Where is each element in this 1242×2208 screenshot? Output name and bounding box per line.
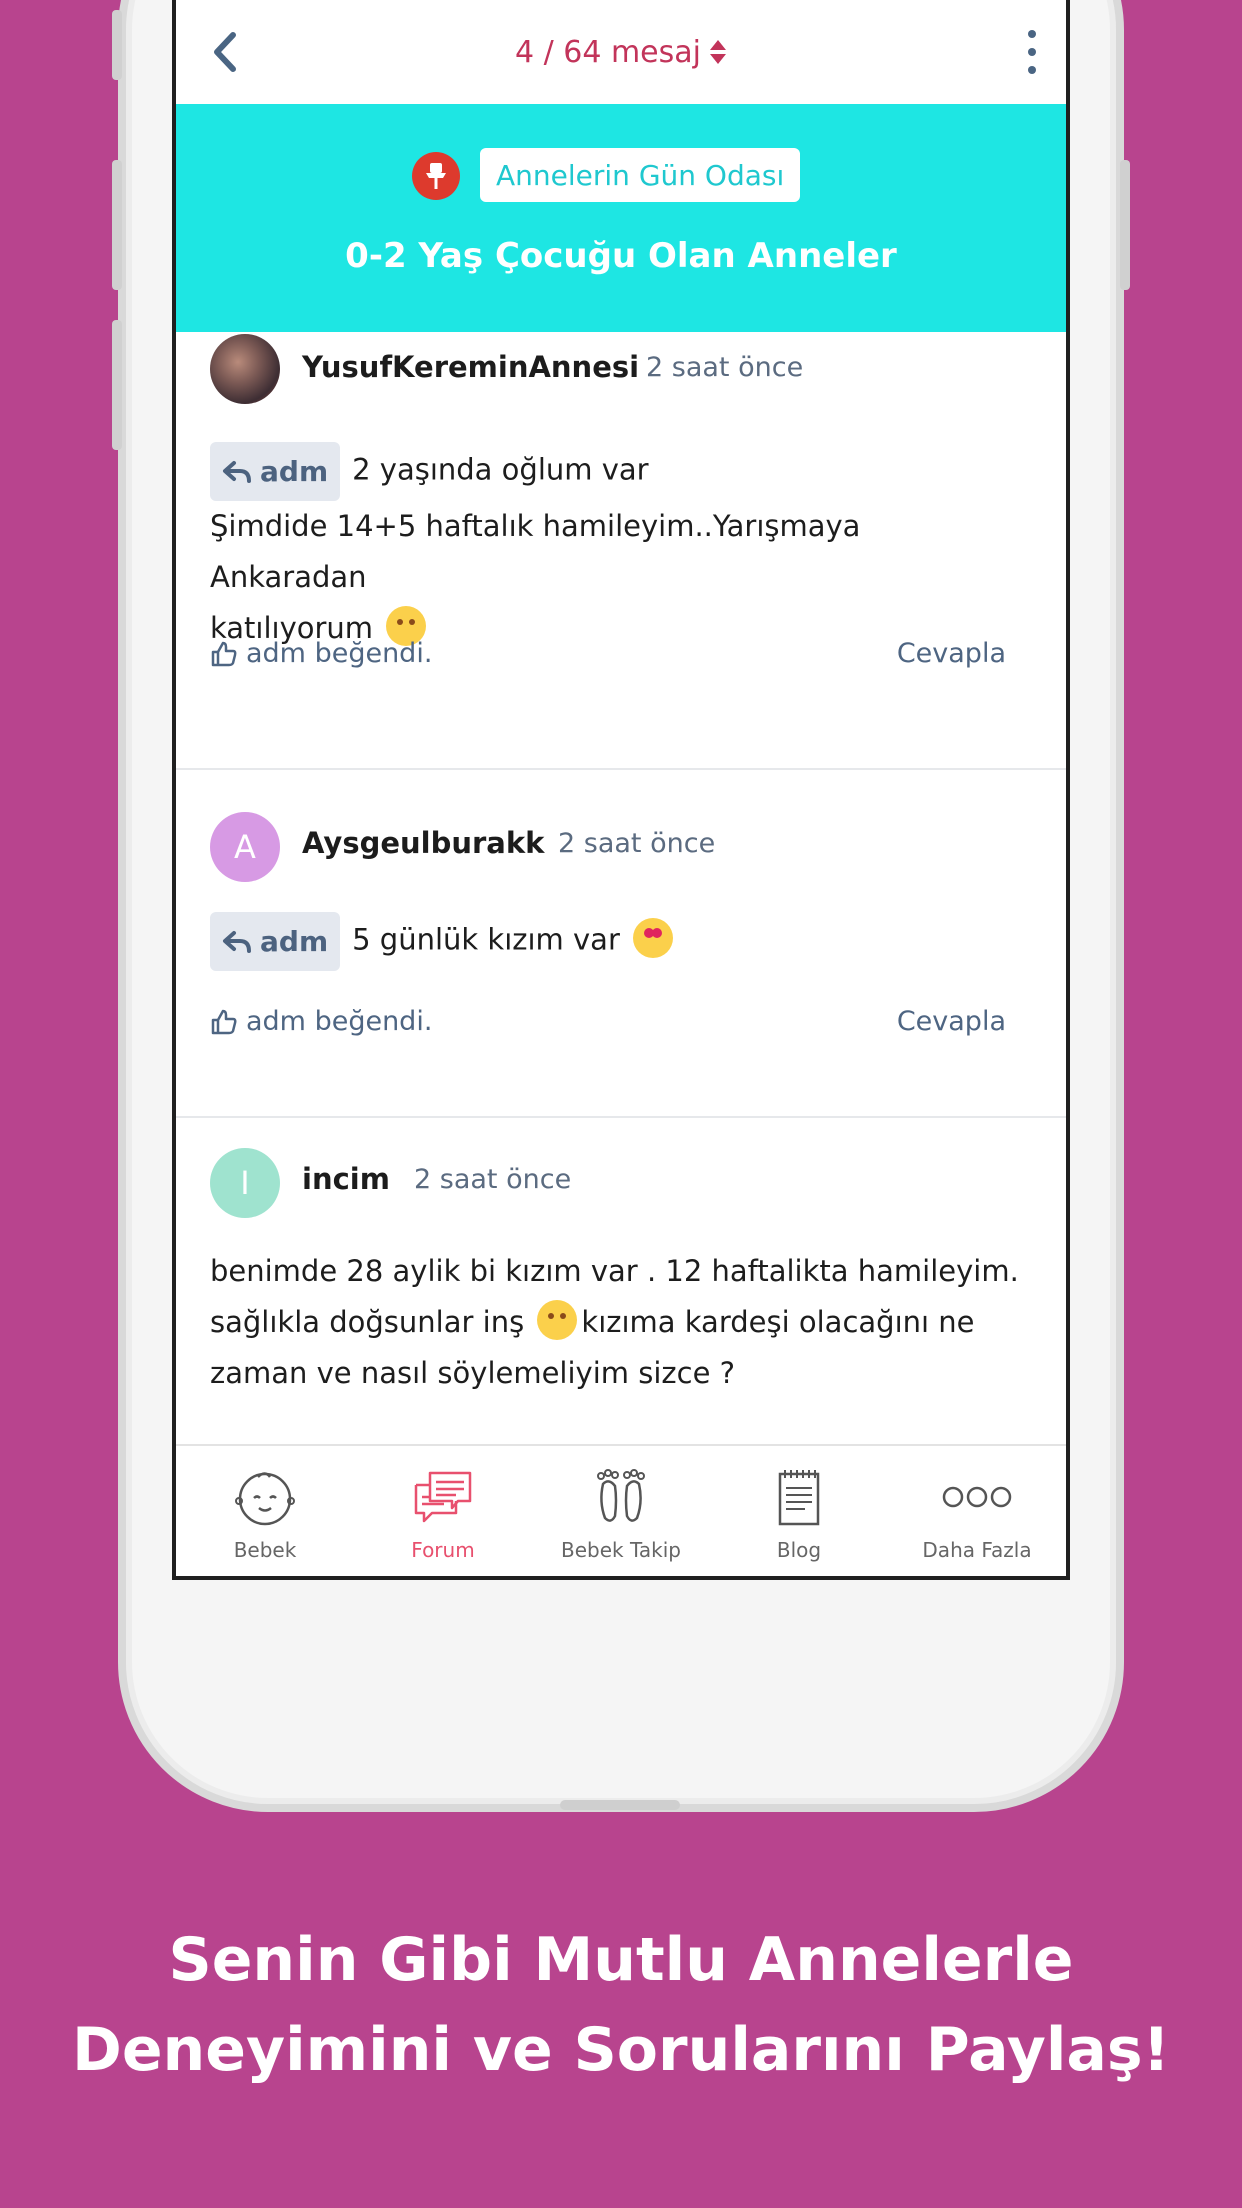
back-button[interactable]	[204, 28, 244, 76]
more-dots-icon	[941, 1466, 1013, 1528]
heart-eyes-emoji-icon	[633, 917, 674, 958]
reply-arrow-icon	[223, 930, 251, 953]
tab-bebek[interactable]: Bebek	[176, 1446, 354, 1576]
room-title: 0-2 Yaş Çocuğu Olan Anneler	[345, 236, 897, 276]
chat-bubbles-icon	[412, 1466, 474, 1528]
hugging-face-emoji-icon	[537, 1300, 578, 1340]
phone-bottom-notch	[560, 1800, 680, 1810]
room-name-badge[interactable]: Annelerin Gün Odası	[480, 148, 801, 202]
tab-bebek-takip[interactable]: Bebek Takip	[532, 1446, 710, 1576]
reply-to-user: adm	[260, 925, 329, 958]
bottom-tab-bar: Bebek Forum Bebek Takip Blog Daha Fazla	[176, 1444, 1066, 1576]
notepad-icon	[777, 1466, 821, 1528]
post-item: I incim 2 saat önce benimde 28 aylik bi …	[176, 1118, 1066, 1448]
promo-caption-line: Senin Gibi Mutlu Annelerle	[168, 1925, 1074, 1995]
post-body: benimde 28 aylik bi kızım var . 12 hafta…	[210, 1246, 1026, 1399]
pin-icon	[412, 152, 460, 200]
post-username[interactable]: Aysgeulburakk	[302, 826, 544, 860]
avatar[interactable]: I	[210, 1148, 280, 1218]
tab-blog[interactable]: Blog	[710, 1446, 888, 1576]
like-button[interactable]: adm beğendi.	[210, 638, 432, 669]
phone-volume-down-button	[112, 320, 122, 450]
reply-to-tag[interactable]: adm	[210, 442, 341, 501]
more-options-button[interactable]	[1020, 30, 1044, 74]
post-text-line: benimde 28 aylik bi kızım var . 12 hafta…	[210, 1254, 1019, 1288]
reply-to-tag[interactable]: adm	[210, 912, 341, 971]
sort-arrows-icon	[710, 40, 726, 64]
avatar[interactable]	[210, 334, 280, 404]
baby-face-icon	[234, 1466, 296, 1528]
post-text-line: sağlıkla doğsunlar inş	[210, 1305, 525, 1339]
tab-forum[interactable]: Forum	[354, 1446, 532, 1576]
phone-power-button	[1120, 160, 1130, 290]
post-username[interactable]: incim	[302, 1162, 390, 1196]
thumbs-up-icon	[211, 641, 237, 666]
promo-caption-line: Deneyimini ve Sorularını Paylaş!	[72, 2015, 1170, 2085]
dot-icon	[1028, 48, 1036, 56]
avatar[interactable]: A	[210, 812, 280, 882]
dot-icon	[1028, 66, 1036, 74]
post-text-line: zaman ve nasıl söylemeliyim sizce ?	[210, 1356, 736, 1390]
tab-label: Blog	[776, 1538, 822, 1562]
footprints-icon	[593, 1466, 649, 1528]
thumbs-up-icon	[211, 1009, 237, 1034]
post-item: A Aysgeulburakk 2 saat önce adm 5 günlük…	[176, 770, 1066, 1118]
post-body: adm 2 yaşında oğlum var Şimdide 14+5 haf…	[210, 442, 1026, 654]
top-bar: 4 / 64 mesaj	[176, 0, 1066, 104]
app-screen: 4 / 64 mesaj Annelerin Gün Odası 0-2 Yaş…	[172, 0, 1070, 1580]
chevron-left-icon	[214, 32, 236, 72]
reply-arrow-icon	[223, 460, 251, 483]
post-text-line: 2 yaşında oğlum var	[352, 452, 649, 487]
reply-button[interactable]: Cevapla	[897, 1006, 1006, 1037]
tab-label: Daha Fazla	[922, 1538, 1032, 1562]
like-button[interactable]: adm beğendi.	[210, 1006, 432, 1037]
tab-label: Bebek Takip	[561, 1538, 681, 1562]
room-banner: Annelerin Gün Odası 0-2 Yaş Çocuğu Olan …	[176, 104, 1066, 332]
tab-label: Bebek	[233, 1538, 297, 1562]
post-item: YusufKereminAnnesi 2 saat önce adm 2 yaş…	[176, 332, 1066, 770]
phone-side-button	[112, 10, 122, 80]
tab-label: Forum	[411, 1538, 475, 1562]
likes-text: adm beğendi.	[246, 1006, 433, 1037]
post-time: 2 saat önce	[646, 352, 804, 383]
post-text-line: Şimdide 14+5 haftalık hamileyim..Yarışma…	[210, 509, 861, 594]
message-counter-label: 4 / 64 mesaj	[514, 34, 701, 70]
post-time: 2 saat önce	[414, 1164, 572, 1195]
post-username[interactable]: YusufKereminAnnesi	[302, 350, 639, 384]
post-time: 2 saat önce	[558, 828, 716, 859]
reply-button[interactable]: Cevapla	[897, 638, 1006, 669]
reply-to-user: adm	[260, 455, 329, 488]
post-text-line: 5 günlük kızım var	[352, 922, 620, 957]
phone-volume-up-button	[112, 160, 122, 290]
promo-caption: Senin Gibi Mutlu Annelerle Deneyimini ve…	[0, 1915, 1242, 2095]
message-counter[interactable]: 4 / 64 mesaj	[515, 35, 727, 70]
tab-daha-fazla[interactable]: Daha Fazla	[888, 1446, 1066, 1576]
likes-text: adm beğendi.	[246, 638, 433, 669]
post-body: adm 5 günlük kızım var	[210, 912, 1026, 971]
post-text-line: kızıma kardeşi olacağını ne	[581, 1305, 975, 1339]
dot-icon	[1028, 30, 1036, 38]
